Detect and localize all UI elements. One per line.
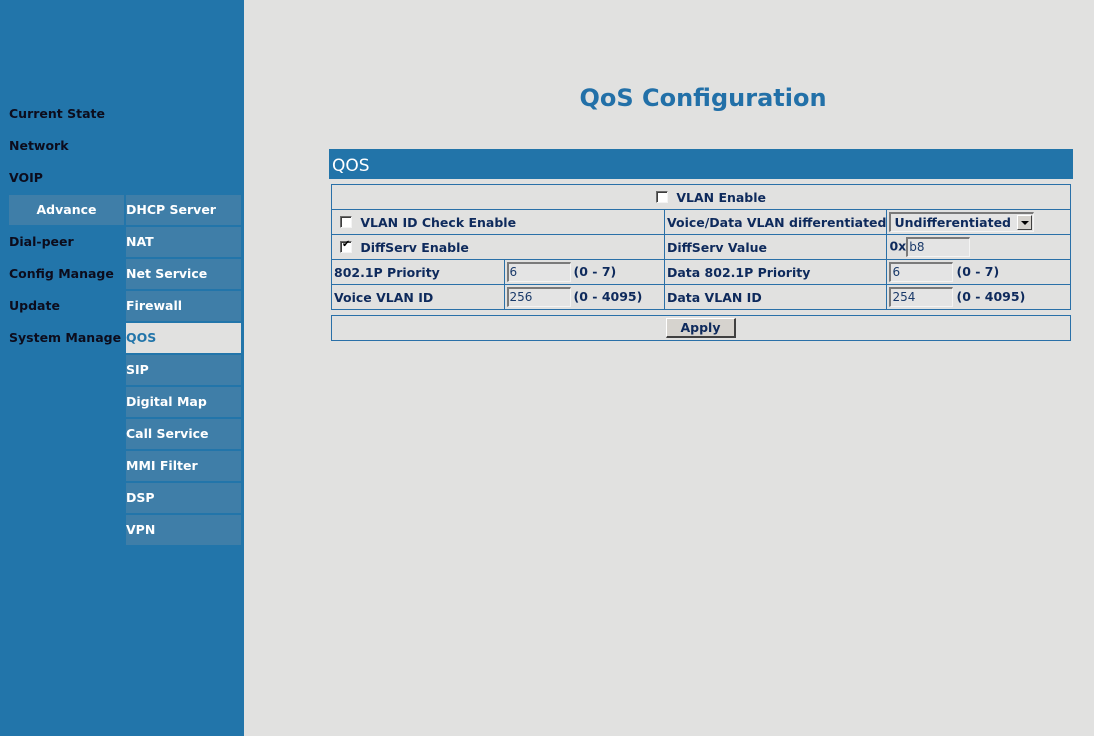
subnav-mmi-filter[interactable]: MMI Filter (126, 451, 241, 481)
voice-vlan-id-label: Voice VLAN ID (331, 284, 505, 310)
subnav-dsp[interactable]: DSP (126, 483, 241, 513)
row-8021p-priority: 802.1P Priority 6 (0 - 7) Data 802.1P Pri… (331, 259, 1071, 285)
row-diffserv: DiffServ Enable DiffServ Value 0xb8 (331, 234, 1071, 260)
sidebar: Current State Network VOIP Advance Dial-… (0, 0, 244, 736)
priority-8021p-input[interactable]: 6 (506, 262, 571, 282)
section-header: QOS (329, 149, 1073, 179)
row-vlan-enable: VLAN Enable (331, 184, 1071, 210)
row-vlan-id: Voice VLAN ID 256 (0 - 4095) Data VLAN ID… (331, 284, 1071, 310)
apply-button[interactable]: Apply (666, 318, 736, 338)
voice-vlan-id-range: (0 - 4095) (573, 288, 643, 304)
data-priority-8021p-range: (0 - 7) (956, 263, 1000, 279)
voice-vlan-id-input[interactable]: 256 (506, 287, 571, 307)
data-priority-8021p-label: Data 802.1P Priority (663, 259, 888, 285)
diffserv-enable-label: DiffServ Enable (360, 239, 469, 255)
subnav-nat[interactable]: NAT (126, 227, 241, 257)
subnav-digital-map[interactable]: Digital Map (126, 387, 241, 417)
nav-voip[interactable]: VOIP (9, 163, 121, 193)
apply-bar: Apply (331, 315, 1071, 341)
diffserv-value-input[interactable]: b8 (906, 237, 971, 257)
voice-data-diff-value: Undifferentiated (894, 215, 1012, 230)
diffserv-value-label: DiffServ Value (663, 234, 888, 260)
subnav-sip[interactable]: SIP (126, 355, 241, 385)
qos-form-table: VLAN Enable VLAN ID Check Enable Voice/D… (331, 184, 1071, 310)
nav-dial-peer[interactable]: Dial-peer (9, 227, 121, 257)
voice-data-diff-select[interactable]: Undifferentiated (889, 212, 1035, 232)
nav-update[interactable]: Update (9, 291, 121, 321)
nav-system-manage[interactable]: System Manage (9, 323, 121, 353)
subnav-net-service[interactable]: Net Service (126, 259, 241, 289)
nav-network[interactable]: Network (9, 131, 121, 161)
diffserv-enable-checkbox[interactable] (340, 239, 352, 253)
subnav-dhcp-server[interactable]: DHCP Server (126, 195, 241, 225)
subnav-call-service[interactable]: Call Service (126, 419, 241, 449)
page-title-text: QoS Configuration (579, 84, 827, 112)
nav-advance[interactable]: Advance (9, 195, 124, 225)
vlan-enable-label: VLAN Enable (676, 189, 767, 205)
subnav-firewall[interactable]: Firewall (126, 291, 241, 321)
data-vlan-id-label: Data VLAN ID (663, 284, 888, 310)
diffserv-prefix: 0x (889, 238, 907, 254)
priority-8021p-range: (0 - 7) (573, 263, 617, 279)
data-vlan-id-range: (0 - 4095) (956, 288, 1026, 304)
subnav-vpn[interactable]: VPN (126, 515, 241, 545)
vlan-enable-checkbox[interactable] (655, 190, 668, 203)
dropdown-arrow-icon[interactable] (1017, 215, 1033, 230)
vlan-id-check-label: VLAN ID Check Enable (360, 214, 517, 230)
voice-data-diff-label: Voice/Data VLAN differentiated (663, 209, 888, 235)
page-title: QoS Configuration (244, 84, 1094, 112)
data-priority-8021p-input[interactable]: 6 (889, 262, 954, 282)
row-vlan-id-check: VLAN ID Check Enable Voice/Data VLAN dif… (331, 209, 1071, 235)
nav-current-state[interactable]: Current State (9, 99, 121, 129)
priority-8021p-label: 802.1P Priority (331, 259, 505, 285)
subnav-qos[interactable]: QOS (126, 323, 241, 353)
nav-config-manage[interactable]: Config Manage (9, 259, 121, 289)
vlan-id-check-checkbox[interactable] (340, 215, 352, 228)
data-vlan-id-input[interactable]: 254 (889, 287, 954, 307)
